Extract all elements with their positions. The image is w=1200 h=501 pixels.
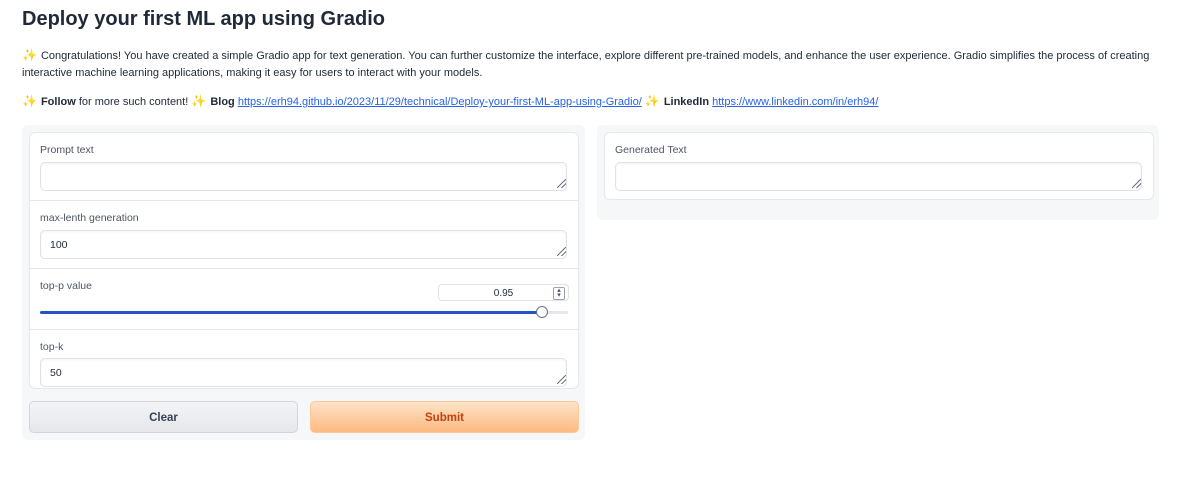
inputs-card: Prompt text max-lenth generation 100 top… <box>29 132 579 389</box>
prompt-textarea[interactable] <box>40 162 567 191</box>
max-length-textarea[interactable]: 100 <box>40 230 567 259</box>
top-k-textarea[interactable]: 50 <box>40 358 567 387</box>
submit-button[interactable]: Submit <box>310 401 579 433</box>
slider-fill <box>40 311 542 314</box>
sparkle-icon: ✨ <box>191 94 207 108</box>
top-k-label: top-k <box>40 341 64 353</box>
intro-text: Congratulations! You have created a simp… <box>22 50 1150 79</box>
top-p-number-input[interactable]: 0.95 ▴ ▾ <box>438 284 569 301</box>
top-p-slider[interactable] <box>40 306 568 318</box>
max-length-label: max-lenth generation <box>40 212 139 224</box>
resize-grip-icon[interactable] <box>557 179 566 188</box>
top-p-value: 0.95 <box>493 288 514 299</box>
slider-thumb[interactable] <box>535 306 548 318</box>
blog-link[interactable]: https://erh94.github.io/2023/11/29/techn… <box>238 96 642 108</box>
follow-label: Follow <box>40 96 76 108</box>
sparkle-icon: ✨ <box>22 94 37 108</box>
top-p-block: top-p value 0.95 ▴ ▾ <box>30 269 578 330</box>
intro-paragraph: ✨ Congratulations! You have created a sim… <box>22 47 1172 82</box>
generated-text-label: Generated Text <box>615 144 687 156</box>
sparkle-icon: ✨ <box>644 94 660 108</box>
generated-text-area[interactable] <box>615 162 1142 191</box>
prompt-label: Prompt text <box>40 144 94 156</box>
linkedin-link[interactable]: https://www.linkedin.com/in/erh94/ <box>712 96 878 108</box>
resize-grip-icon[interactable] <box>1132 179 1141 188</box>
resize-grip-icon[interactable] <box>557 247 566 256</box>
output-panel: Generated Text <box>597 125 1159 220</box>
number-spinner-icon[interactable]: ▴ ▾ <box>553 287 565 300</box>
output-card: Generated Text <box>604 132 1154 200</box>
sparkle-icon: ✨ <box>22 48 37 62</box>
linkedin-label: LinkedIn <box>663 96 710 108</box>
blog-label: Blog <box>210 96 235 108</box>
top-k-block: top-k 50 <box>30 330 578 388</box>
prompt-block: Prompt text <box>30 133 578 201</box>
links-paragraph: ✨ Follow for more such content! ✨ Blog htt… <box>22 93 1172 111</box>
page-title: Deploy your first ML app using Gradio <box>22 8 385 30</box>
resize-grip-icon[interactable] <box>557 375 566 384</box>
top-p-label: top-p value <box>40 280 92 292</box>
max-length-block: max-lenth generation 100 <box>30 201 578 269</box>
clear-button[interactable]: Clear <box>29 401 298 433</box>
follow-text: for more such content! <box>78 96 189 108</box>
input-panel: Prompt text max-lenth generation 100 top… <box>22 125 585 440</box>
